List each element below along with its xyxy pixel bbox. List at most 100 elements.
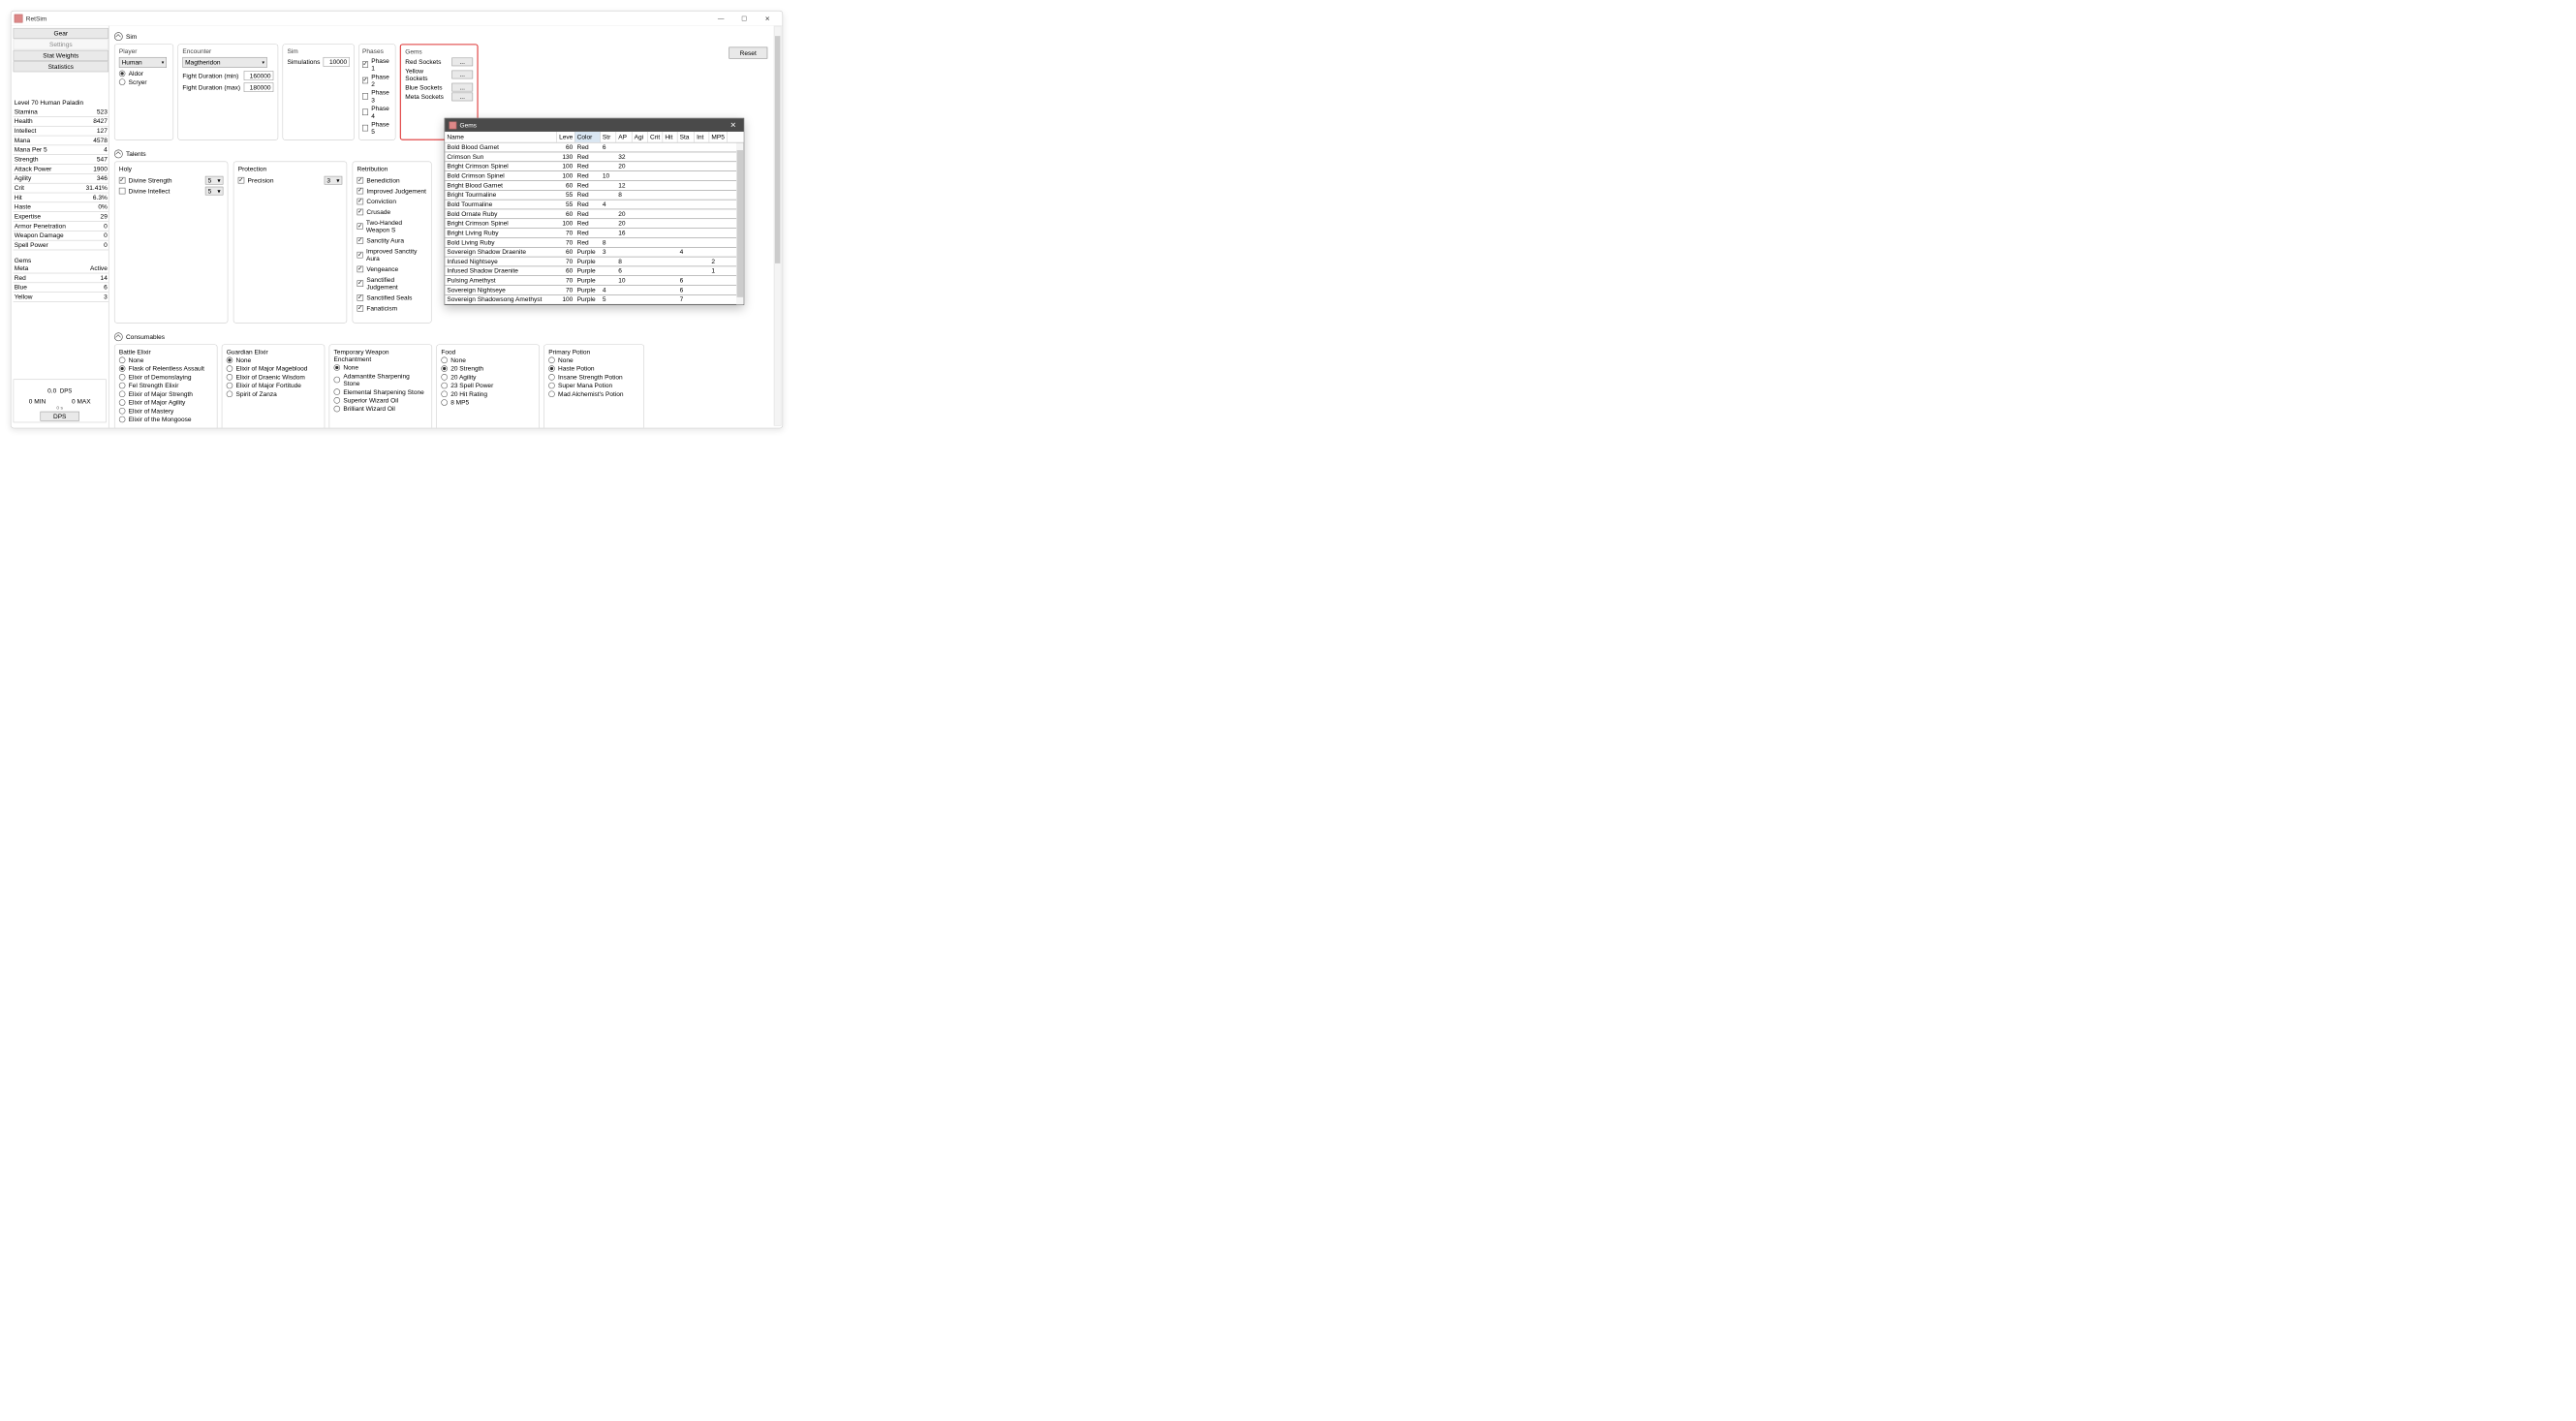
consumable-radio[interactable]: 23 Spell Power	[441, 382, 535, 389]
consumable-radio[interactable]: Elixir of Draenic Wisdom	[227, 373, 321, 381]
talent-checkbox[interactable]: Sanctified Judgement	[357, 276, 427, 291]
talent-rank-dropdown[interactable]: 5▾	[205, 176, 224, 185]
dialog-scrollbar[interactable]	[736, 142, 744, 304]
main-scrollbar[interactable]	[774, 26, 782, 426]
consumable-radio[interactable]: Haste Potion	[548, 365, 639, 373]
consumable-radio[interactable]: 20 Agility	[441, 373, 535, 381]
consumable-radio[interactable]: Brilliant Wizard Oil	[334, 405, 428, 413]
simulations-input[interactable]: 10000	[324, 57, 350, 67]
consumable-radio[interactable]: 20 Hit Rating	[441, 390, 535, 398]
gem-row[interactable]: Bright Tourmaline55Red8	[445, 191, 743, 201]
maximize-button[interactable]: ☐	[732, 12, 756, 25]
consumable-radio[interactable]: Elixir of Mastery	[119, 407, 213, 415]
gem-row[interactable]: Pulsing Amethyst70Purple106	[445, 276, 743, 286]
consumable-radio[interactable]: Elixir of Major Mageblood	[227, 365, 321, 373]
col-level[interactable]: Leve	[557, 132, 575, 142]
gem-row[interactable]: Bright Crimson Spinel100Red20	[445, 162, 743, 171]
col-sta[interactable]: Sta	[677, 132, 694, 142]
dialog-titlebar[interactable]: Gems ✕	[445, 118, 743, 132]
reset-button[interactable]: Reset	[729, 47, 767, 59]
phase-checkbox[interactable]: Phase 5	[362, 120, 392, 135]
col-hit[interactable]: Hit	[663, 132, 677, 142]
consumable-radio[interactable]: Adamantite Sharpening Stone	[334, 372, 428, 386]
dialog-close-button[interactable]: ✕	[727, 120, 739, 129]
consumable-radio[interactable]: Elixir of the Mongoose	[119, 416, 213, 423]
gem-row[interactable]: Bold Living Ruby70Red8	[445, 238, 743, 248]
nav-stat-weights[interactable]: Stat Weights	[14, 50, 109, 61]
talent-checkbox[interactable]: Benediction	[357, 176, 400, 184]
nav-settings[interactable]: Settings	[14, 39, 109, 49]
section-sim-header[interactable]: Sim	[114, 32, 776, 41]
close-button[interactable]: ✕	[756, 12, 779, 25]
dps-button[interactable]: DPS	[40, 412, 79, 421]
consumable-radio[interactable]: None	[548, 356, 639, 364]
gem-row[interactable]: Bright Living Ruby70Red16	[445, 229, 743, 238]
consumable-radio[interactable]: None	[441, 356, 535, 364]
talent-checkbox[interactable]: Conviction	[357, 198, 396, 205]
minimize-button[interactable]: —	[709, 12, 732, 25]
gem-row[interactable]: Bright Blood Garnet60Red12	[445, 181, 743, 191]
gem-row[interactable]: Sovereign Shadowsong Amethyst100Purple57	[445, 295, 743, 305]
talent-checkbox[interactable]: Vengeance	[357, 265, 399, 273]
talent-checkbox[interactable]: Divine Intellect	[119, 187, 170, 195]
boss-dropdown[interactable]: Magtheridon▾	[182, 57, 266, 68]
dialog-scrollbar-thumb[interactable]	[737, 150, 744, 297]
gem-row[interactable]: Sovereign Nightseye70Purple46	[445, 286, 743, 295]
consumable-radio[interactable]: 20 Strength	[441, 365, 535, 373]
race-dropdown[interactable]: Human▾	[119, 57, 167, 68]
consumable-radio[interactable]: Elixir of Major Agility	[119, 399, 213, 407]
gem-row[interactable]: Crimson Sun130Red32	[445, 152, 743, 162]
talent-checkbox[interactable]: Improved Sanctity Aura	[357, 248, 427, 263]
nav-statistics[interactable]: Statistics	[14, 61, 109, 72]
consumable-radio[interactable]: Elemental Sharpening Stone	[334, 388, 428, 396]
consumable-radio[interactable]: Insane Strength Potion	[548, 373, 639, 381]
talent-checkbox[interactable]: Crusade	[357, 208, 391, 216]
socket-button[interactable]: ...	[451, 58, 473, 67]
gem-row[interactable]: Bold Tourmaline55Red4	[445, 200, 743, 209]
phase-checkbox[interactable]: Phase 1	[362, 57, 392, 72]
phase-checkbox[interactable]: Phase 4	[362, 105, 392, 119]
gem-row[interactable]: Sovereign Shadow Draenite60Purple34	[445, 248, 743, 258]
duration-min-input[interactable]: 160000	[244, 71, 274, 80]
section-consumables-header[interactable]: Consumables	[114, 332, 776, 341]
talent-checkbox[interactable]: Fanaticism	[357, 304, 398, 312]
consumable-radio[interactable]: None	[227, 356, 321, 364]
col-color[interactable]: Color	[575, 132, 601, 142]
scrollbar-thumb[interactable]	[775, 36, 780, 263]
gem-row[interactable]: Bold Crimson Spinel100Red10	[445, 171, 743, 181]
faction-radio[interactable]: Scryer	[119, 78, 169, 86]
faction-radio[interactable]: Aldor	[119, 70, 169, 77]
col-str[interactable]: Str	[601, 132, 616, 142]
gem-row[interactable]: Infused Shadow Draenite60Purple61	[445, 266, 743, 276]
consumable-radio[interactable]: None	[334, 364, 428, 372]
col-name[interactable]: Name	[445, 132, 557, 142]
talent-checkbox[interactable]: Improved Judgement	[357, 187, 426, 195]
talent-rank-dropdown[interactable]: 3▾	[325, 176, 343, 185]
gem-row[interactable]: Bold Blood Garnet60Red6	[445, 142, 743, 152]
col-mp5[interactable]: MP5	[709, 132, 728, 142]
consumable-radio[interactable]: 8 MP5	[441, 399, 535, 407]
consumable-radio[interactable]: Flask of Relentless Assault	[119, 365, 213, 373]
talent-checkbox[interactable]: Sanctified Seals	[357, 294, 413, 302]
socket-button[interactable]: ...	[451, 71, 473, 79]
consumable-radio[interactable]: Superior Wizard Oil	[334, 397, 428, 405]
phase-checkbox[interactable]: Phase 2	[362, 73, 392, 87]
consumable-radio[interactable]: Spirit of Zanza	[227, 390, 321, 398]
consumable-radio[interactable]: Super Mana Potion	[548, 382, 639, 389]
talent-checkbox[interactable]: Precision	[238, 176, 274, 184]
col-agi[interactable]: Agi	[632, 132, 647, 142]
phase-checkbox[interactable]: Phase 3	[362, 89, 392, 104]
col-crit[interactable]: Crit	[648, 132, 663, 142]
consumable-radio[interactable]: Mad Alchemist's Potion	[548, 390, 639, 398]
talent-checkbox[interactable]: Divine Strength	[119, 176, 172, 184]
consumable-radio[interactable]: Elixir of Demonslaying	[119, 373, 213, 381]
consumable-radio[interactable]: Fel Strength Elixir	[119, 382, 213, 389]
consumable-radio[interactable]: Elixir of Major Fortitude	[227, 382, 321, 389]
col-ap[interactable]: AP	[616, 132, 632, 142]
gem-row[interactable]: Infused Nightseye70Purple82	[445, 257, 743, 266]
talent-checkbox[interactable]: Sanctity Aura	[357, 237, 404, 245]
consumable-radio[interactable]: None	[119, 356, 213, 364]
nav-gear[interactable]: Gear	[14, 28, 109, 39]
gem-row[interactable]: Bold Ornate Ruby60Red20	[445, 209, 743, 219]
talent-checkbox[interactable]: Two-Handed Weapon S	[357, 219, 427, 233]
